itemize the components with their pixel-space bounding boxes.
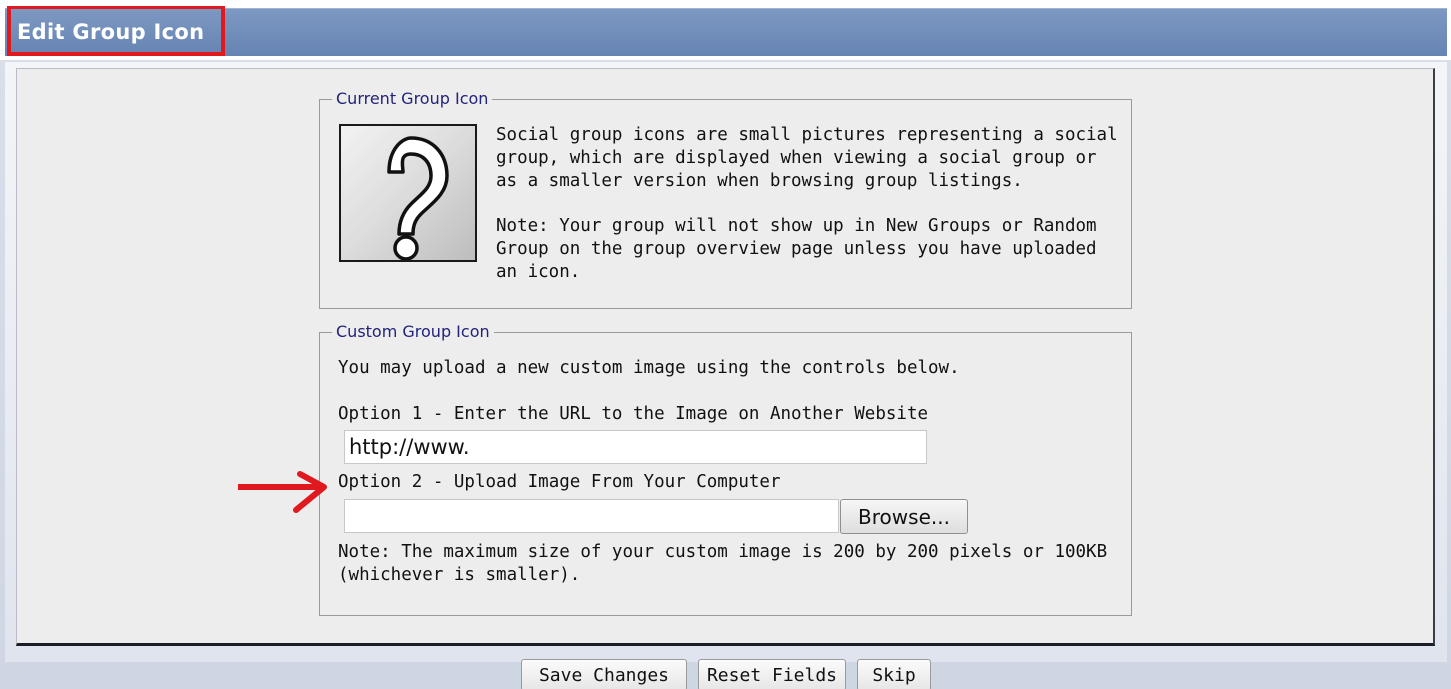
edit-group-icon-page: Edit Group Icon Current Group Icon Socia… — [0, 0, 1451, 689]
save-changes-button[interactable]: Save Changes — [521, 659, 687, 689]
file-path-field[interactable] — [344, 499, 839, 533]
custom-icon-intro: You may upload a new custom image using … — [338, 358, 960, 378]
current-icon-description: Social group icons are small pictures re… — [496, 125, 1129, 191]
current-group-icon-legend: Current Group Icon — [332, 88, 493, 110]
current-icon-note: Note: Your group will not show up in New… — [496, 216, 1108, 282]
skip-button[interactable]: Skip — [857, 659, 931, 689]
current-group-icon-fieldset: Current Group Icon Social group icons ar… — [319, 88, 1132, 309]
browse-button[interactable]: Browse... — [840, 499, 968, 534]
title-highlight-annotation — [7, 6, 225, 56]
custom-group-icon-fieldset: Custom Group Icon You may upload a new c… — [319, 321, 1132, 616]
arrow-annotation-icon — [238, 471, 327, 513]
option2-label: Option 2 - Upload Image From Your Comput… — [338, 472, 781, 492]
reset-fields-button[interactable]: Reset Fields — [698, 659, 846, 689]
custom-group-icon-legend: Custom Group Icon — [332, 321, 494, 343]
option1-label: Option 1 - Enter the URL to the Image on… — [338, 404, 929, 424]
question-mark-icon — [339, 124, 477, 262]
custom-icon-size-note: Note: The maximum size of your custom im… — [338, 542, 1118, 585]
image-url-input[interactable] — [344, 430, 927, 464]
